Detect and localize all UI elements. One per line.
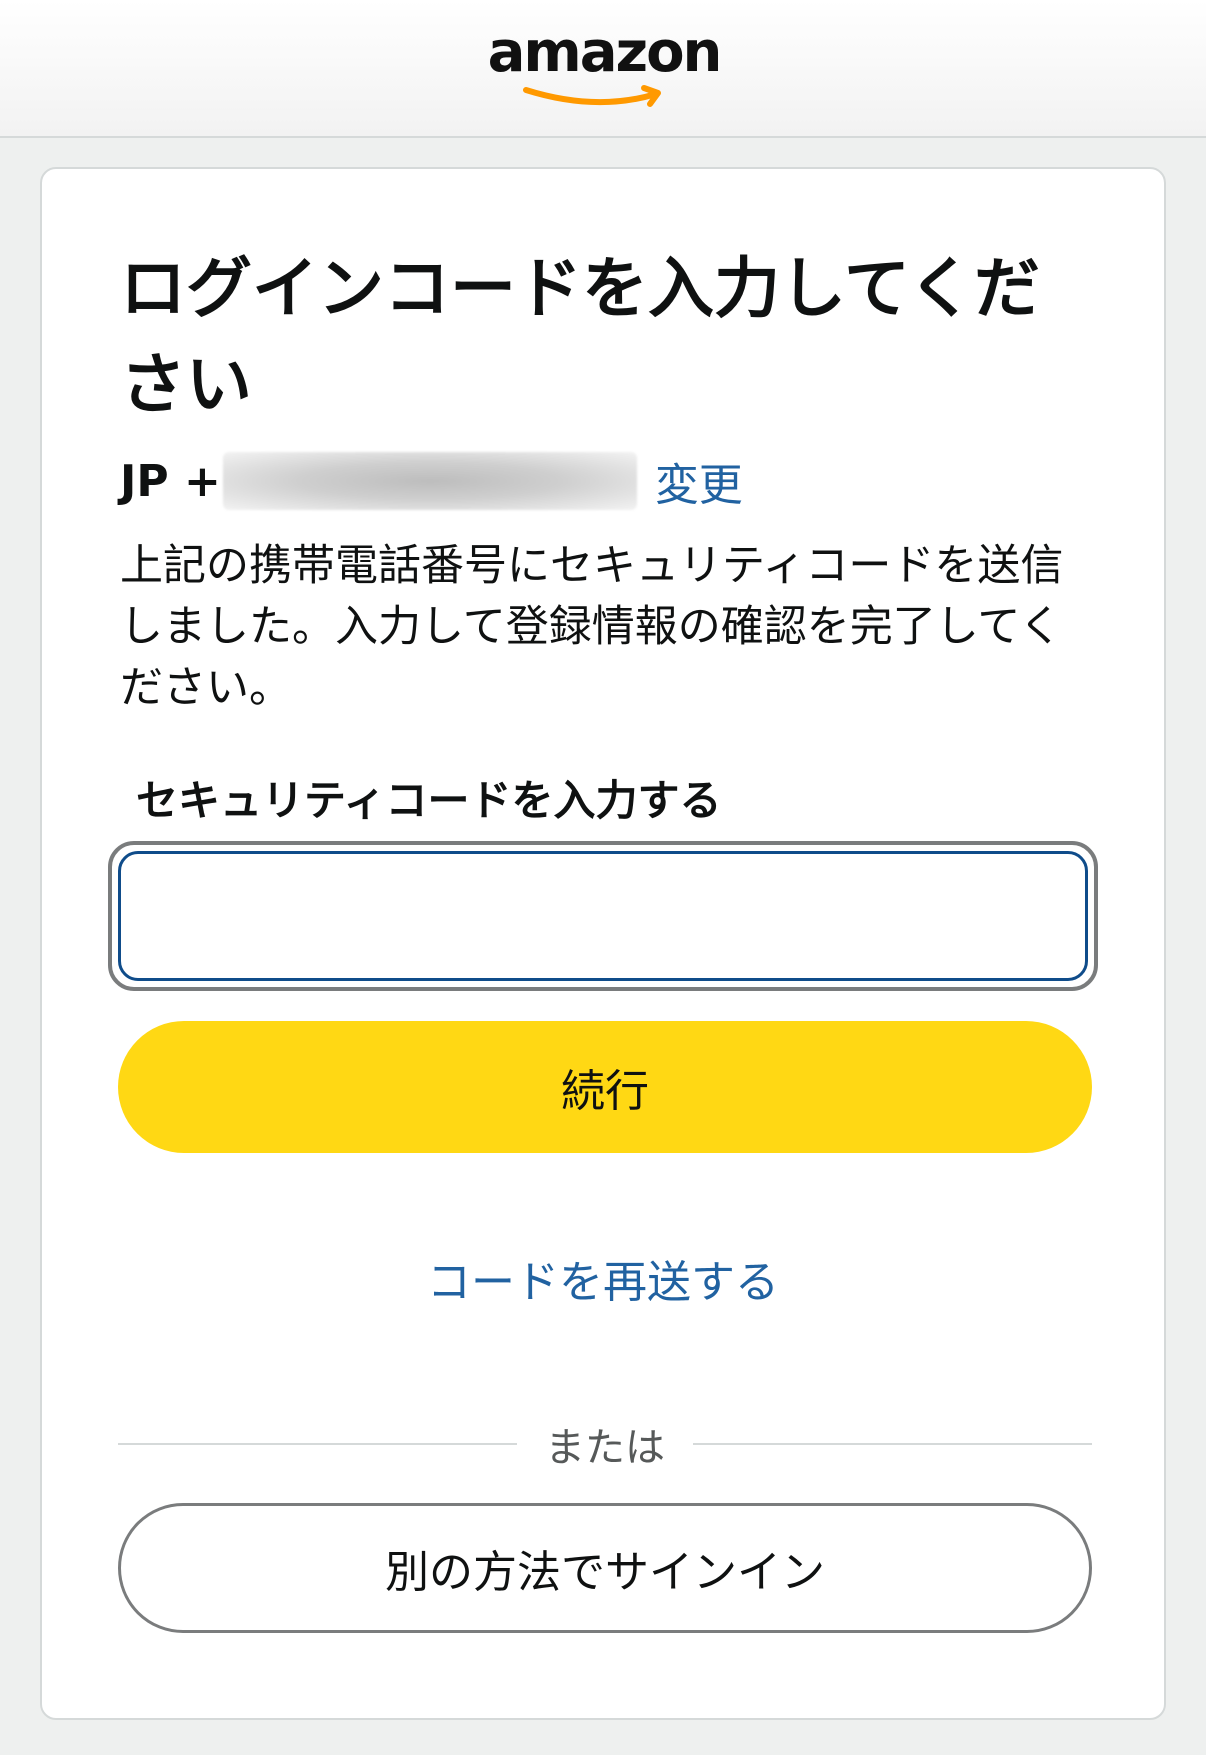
change-phone-link[interactable]: 変更 bbox=[655, 449, 743, 513]
continue-button[interactable]: 続行 bbox=[118, 1021, 1092, 1153]
divider-line-left bbox=[118, 1443, 517, 1445]
resend-code-link[interactable]: コードを再送する bbox=[42, 1246, 1164, 1310]
phone-country-prefix: JP + bbox=[120, 455, 221, 507]
alternate-signin-button[interactable]: 別の方法でサインイン bbox=[118, 1503, 1092, 1633]
security-code-input[interactable] bbox=[118, 851, 1088, 981]
signin-card: ログインコードを入力してください JP + 変更 上記の携帯電話番号にセキュリテ… bbox=[40, 167, 1166, 1720]
site-header: amazon bbox=[0, 0, 1206, 138]
amazon-logo[interactable]: amazon bbox=[486, 20, 722, 110]
or-divider: または bbox=[118, 1419, 1092, 1471]
divider-line-right bbox=[693, 1443, 1092, 1445]
security-code-label: セキュリティコードを入力する bbox=[136, 776, 722, 825]
page-title: ログインコードを入力してください bbox=[120, 250, 1041, 423]
instruction-text: 上記の携帯電話番号にセキュリティコードを送信しました。入力して登録情報の確認を完… bbox=[120, 541, 1064, 713]
logo-smile-icon bbox=[523, 85, 661, 107]
security-code-field-focus-ring bbox=[108, 841, 1098, 991]
divider-text: または bbox=[545, 1425, 665, 1471]
phone-number-row: JP + 変更 bbox=[120, 451, 743, 511]
phone-number-redacted bbox=[222, 452, 637, 510]
